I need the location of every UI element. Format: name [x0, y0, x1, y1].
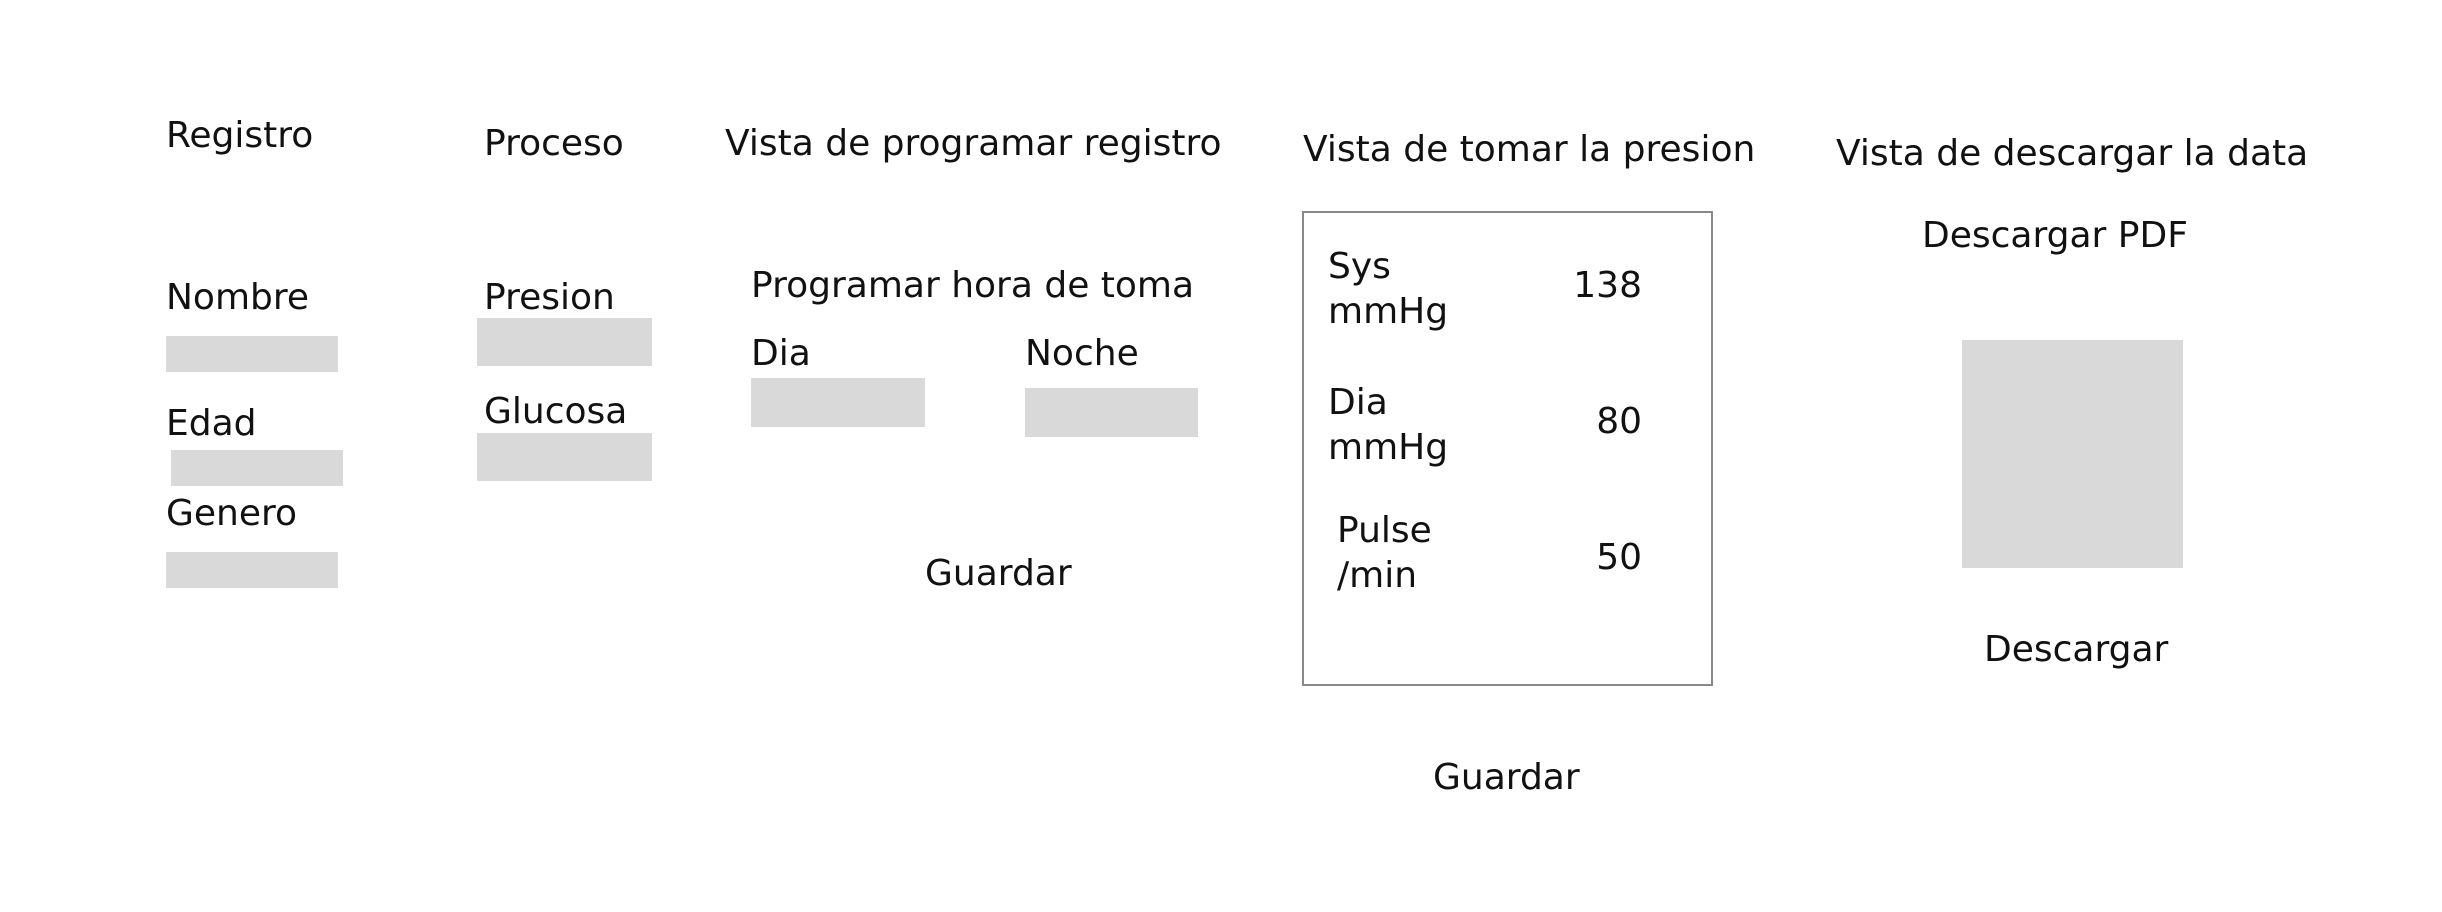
glucosa-input[interactable] [477, 433, 652, 481]
genero-label: Genero [166, 493, 298, 534]
descargar-button[interactable]: Descargar [1984, 630, 2168, 670]
presion-label: Presion [484, 277, 615, 318]
dia-pressure-value: 80 [1596, 401, 1642, 442]
genero-input[interactable] [166, 552, 338, 588]
noche-time-input[interactable] [1025, 388, 1198, 437]
sys-value: 138 [1573, 265, 1642, 306]
dia-pressure-label: Dia mmHg [1328, 382, 1449, 468]
registro-title: Registro [166, 115, 314, 156]
noche-label: Noche [1025, 333, 1139, 374]
nombre-input[interactable] [166, 336, 338, 372]
glucosa-label: Glucosa [484, 391, 628, 432]
programar-subtitle: Programar hora de toma [751, 265, 1195, 306]
pulse-label: Pulse /min [1337, 510, 1432, 596]
dia-time-input[interactable] [751, 378, 925, 427]
presion-view-title: Vista de tomar la presion [1303, 129, 1756, 170]
sys-label: Sys mmHg [1328, 246, 1449, 332]
edad-label: Edad [166, 403, 257, 444]
descargar-view-title: Vista de descargar la data [1836, 133, 2309, 174]
descargar-pdf-label: Descargar PDF [1922, 215, 2188, 256]
nombre-label: Nombre [166, 277, 310, 318]
pdf-preview-placeholder [1962, 340, 2183, 568]
dia-label: Dia [751, 333, 811, 374]
pulse-value: 50 [1596, 537, 1642, 578]
programar-save-button[interactable]: Guardar [925, 554, 1072, 594]
programar-view-title: Vista de programar registro [725, 123, 1222, 164]
proceso-title: Proceso [484, 123, 624, 164]
presion-save-button[interactable]: Guardar [1433, 758, 1580, 798]
edad-input[interactable] [171, 450, 343, 486]
presion-input[interactable] [477, 318, 652, 366]
